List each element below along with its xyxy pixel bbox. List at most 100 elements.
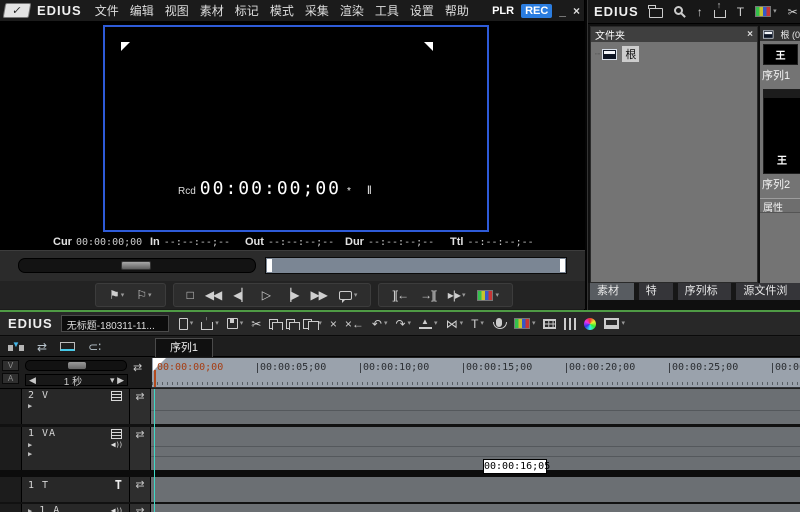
transition-button[interactable]: ⋈▾	[446, 318, 464, 330]
plr-mode-button[interactable]: PLR	[492, 5, 514, 17]
menu-标记[interactable]: 标记	[235, 2, 259, 19]
menu-模式[interactable]: 模式	[270, 2, 294, 19]
dropdown-arrow-icon[interactable]: ▾	[773, 8, 777, 15]
position-end-marker[interactable]	[560, 259, 565, 272]
expand-icon[interactable]: ▶	[28, 507, 32, 512]
sequence-2-label[interactable]: 序列2	[762, 176, 790, 192]
cut-button[interactable]: ✂	[788, 6, 798, 18]
duplicate-button[interactable]: ▾	[303, 319, 322, 329]
menu-采集[interactable]: 采集	[305, 2, 329, 19]
menu-视图[interactable]: 视图	[165, 2, 189, 19]
snap-button[interactable]: ⊂∶	[88, 341, 101, 353]
track-header-1va[interactable]: 1 VA ▶ ◀)) ▶	[22, 427, 130, 470]
sequence-2-thumbnail[interactable]: 王	[763, 89, 800, 174]
dropdown-arrow-icon[interactable]: ▾	[462, 292, 466, 299]
goto-out-button[interactable]: →][	[414, 289, 442, 301]
timescale-increase-icon[interactable]: ▶	[117, 375, 124, 385]
dropdown-arrow-icon[interactable]: ▾	[384, 320, 388, 327]
goto-in-button[interactable]: ][←	[386, 289, 414, 301]
search-button[interactable]	[674, 6, 686, 18]
project-name-box[interactable]: 无标题-180311-11...	[61, 315, 169, 332]
cut-button[interactable]: ✂	[251, 318, 261, 330]
copy-button[interactable]	[269, 319, 278, 329]
minimize-button[interactable]: _	[559, 5, 566, 17]
tab-序列标记[interactable]: 序列标记	[678, 283, 732, 300]
next-frame-button[interactable]: ▕▶	[276, 289, 304, 301]
dropdown-arrow-icon[interactable]: ▾	[480, 320, 484, 327]
folder-button[interactable]	[649, 5, 663, 18]
ripple-mode-button[interactable]: ⇄	[37, 341, 47, 353]
set-loop-button[interactable]	[60, 342, 75, 351]
dropdown-arrow-icon[interactable]: ▾	[121, 292, 125, 299]
mic-button[interactable]	[492, 318, 506, 330]
timescale-decrease-icon[interactable]: ◀	[29, 375, 36, 386]
mark-out-button[interactable]: ⚐▾	[130, 289, 157, 301]
save-button[interactable]: ▾	[227, 318, 244, 329]
prev-frame-button[interactable]: ◀▏	[227, 289, 255, 301]
expand-icon[interactable]: ▶	[28, 441, 32, 449]
add-cut-button[interactable]: ▸|▸▾	[442, 289, 472, 301]
position-start-marker[interactable]	[267, 259, 272, 272]
fast-forward-button[interactable]: ▶▶	[304, 289, 332, 301]
folder-panel-close-icon[interactable]: ×	[747, 29, 753, 40]
track-patch-1a[interactable]: ⇄	[130, 504, 151, 512]
track-patch-1va[interactable]: ⇄	[130, 427, 151, 470]
close-button[interactable]: ×	[573, 5, 580, 17]
menu-文件[interactable]: 文件	[95, 2, 119, 19]
track-patch-1t[interactable]: ⇄	[130, 477, 151, 502]
track-lane[interactable]	[151, 447, 800, 457]
play-button[interactable]: ▷	[256, 289, 276, 301]
rec-mode-button[interactable]: REC	[521, 4, 552, 18]
colorbars-button[interactable]: ▾	[755, 6, 777, 17]
redo-button[interactable]: ↷▾	[395, 318, 411, 330]
dropdown-arrow-icon[interactable]: ▾	[148, 292, 152, 299]
dropdown-arrow-icon[interactable]: ▾	[190, 320, 194, 327]
timescale-control[interactable]: ◀ 1 秒 ▾ ▶	[25, 374, 128, 386]
track-patch-2v[interactable]: ⇄	[130, 389, 151, 424]
menu-帮助[interactable]: 帮助	[445, 2, 469, 19]
root-folder-item[interactable]: 根	[622, 46, 639, 62]
dropdown-arrow-icon[interactable]: ▾	[434, 320, 438, 327]
color-correction-button[interactable]	[584, 318, 596, 330]
ruler-sync-icon[interactable]: ⇄	[133, 361, 142, 374]
stop-button[interactable]: □	[181, 289, 199, 301]
dropdown-arrow-icon[interactable]: ▾	[495, 292, 499, 299]
dropdown-arrow-icon[interactable]: ▾	[532, 320, 536, 327]
playhead-line[interactable]	[154, 389, 155, 512]
dropdown-arrow-icon[interactable]: ▾	[354, 292, 358, 299]
export-button[interactable]: ▾	[471, 290, 505, 301]
ripple-delete-button[interactable]: ×←	[345, 318, 364, 330]
dropdown-arrow-icon[interactable]: ▾	[621, 320, 625, 327]
menu-素材[interactable]: 素材	[200, 2, 224, 19]
menu-编辑[interactable]: 编辑	[130, 2, 154, 19]
tab-素材库[interactable]: 素材库	[590, 283, 634, 300]
track-content-1a[interactable]	[151, 504, 800, 512]
sequence-1-label[interactable]: 序列1	[762, 67, 790, 83]
audio-mute-button[interactable]: A	[2, 373, 19, 384]
track-lane[interactable]	[151, 427, 800, 447]
undo-button[interactable]: ↶▾	[372, 318, 388, 330]
sequence-1-thumbnail[interactable]: 王	[763, 44, 798, 65]
track-content-1t[interactable]	[151, 477, 800, 502]
delete-button[interactable]: ×	[330, 318, 337, 330]
timeline-shuttle[interactable]	[25, 360, 127, 371]
new-button[interactable]: ▾	[179, 318, 194, 330]
razor-button[interactable]: ▾	[419, 318, 438, 329]
menu-工具[interactable]: 工具	[375, 2, 399, 19]
up-button[interactable]: ↑	[697, 6, 703, 18]
shuttle-slider[interactable]	[18, 258, 256, 273]
track-content-2v[interactable]	[151, 389, 800, 424]
rewind-button[interactable]: ◀◀	[199, 289, 227, 301]
expand-icon[interactable]: ▶	[28, 450, 32, 458]
track-header-1a[interactable]: ▶ 1 A ◀))	[22, 504, 130, 512]
sequence-tab[interactable]: 序列1	[155, 338, 213, 357]
title-button[interactable]: T▾	[471, 318, 484, 330]
video-mute-button[interactable]: V	[2, 360, 19, 371]
mixer-button[interactable]	[564, 318, 576, 330]
dropdown-arrow-icon[interactable]: ▾	[240, 320, 244, 327]
position-bar[interactable]	[265, 257, 567, 274]
grid-button[interactable]	[543, 319, 556, 329]
shuttle-thumb[interactable]	[121, 261, 151, 270]
timeline-ruler[interactable]: 00:00:00;0000:00:05;0000:00:10;0000:00:1…	[152, 358, 800, 388]
insert-mode-button[interactable]	[8, 343, 24, 351]
